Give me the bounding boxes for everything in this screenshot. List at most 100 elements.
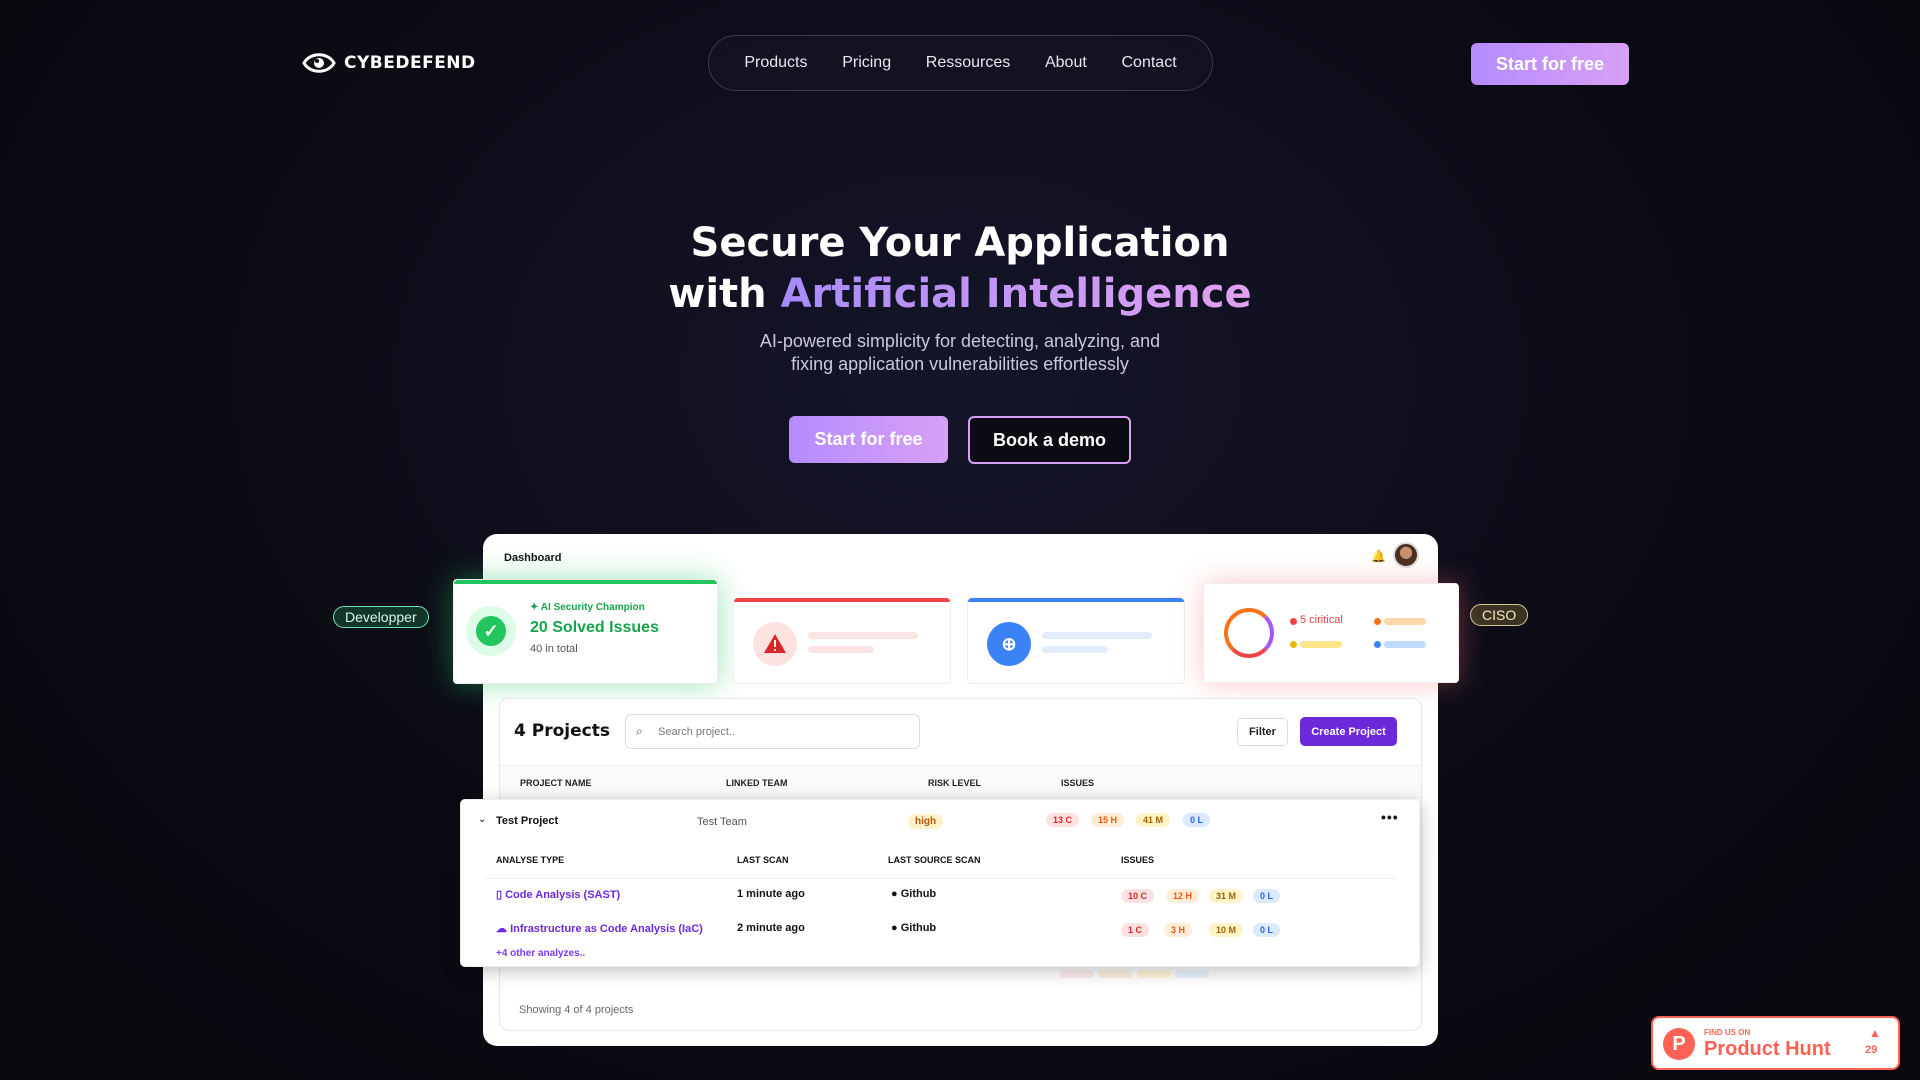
more-options-icon[interactable]: •••	[1381, 809, 1399, 825]
product-hunt-logo-icon: P	[1663, 1028, 1695, 1060]
source-name: Github	[900, 922, 937, 934]
col-analyse-type: ANALYSE TYPE	[496, 855, 565, 865]
card-accent-bar	[734, 598, 950, 602]
info-stat-card: ⊕	[967, 597, 1185, 684]
check-circle-icon	[466, 606, 516, 656]
upvote-count: 29	[1865, 1044, 1878, 1056]
search-placeholder: Search project..	[658, 726, 736, 738]
upvote-arrow-icon: ▲	[1869, 1026, 1881, 1040]
issue-pill-critical: 10 C	[1121, 889, 1155, 903]
search-input[interactable]: ⌕ Search project..	[625, 714, 920, 749]
bell-icon[interactable]: 🔔	[1371, 549, 1386, 563]
nav-contact[interactable]: Contact	[1122, 54, 1177, 72]
projects-count: 4 Projects	[514, 721, 610, 741]
col-issues: ISSUES	[1061, 778, 1095, 788]
analysis-name: Infrastructure as Code Analysis (IaC)	[510, 923, 703, 935]
ph-small-text: FIND US ON	[1704, 1028, 1751, 1037]
brand-logo[interactable]: CYBEDEFEND	[302, 50, 476, 76]
hero-start-free-button[interactable]: Start for free	[789, 416, 948, 463]
card-accent-bar	[968, 598, 1184, 602]
ph-big-text: Product Hunt	[1704, 1038, 1831, 1060]
analysis-iac-link[interactable]: ☁ Infrastructure as Code Analysis (IaC)	[496, 922, 703, 935]
col-linked-team: LINKED TEAM	[726, 778, 788, 788]
github-icon: ●	[891, 888, 898, 900]
alert-stat-card	[733, 597, 951, 684]
create-project-button[interactable]: Create Project	[1300, 717, 1397, 746]
issue-pill-medium: 41 M	[1136, 813, 1171, 827]
source-scan: ● Github	[891, 922, 936, 934]
table-header: PROJECT NAME LINKED TEAM RISK LEVEL ISSU…	[500, 765, 1421, 798]
plus-icon: ⊕	[987, 622, 1031, 666]
developer-role-tag: Developper	[333, 606, 429, 628]
avatar[interactable]	[1393, 542, 1419, 568]
critical-count: 5 ciritical	[1300, 614, 1343, 626]
nav-products[interactable]: Products	[744, 54, 807, 72]
product-hunt-badge[interactable]: P FIND US ON Product Hunt ▲ 29	[1651, 1016, 1900, 1070]
hero-title-line1: Secure Your Application	[690, 220, 1230, 266]
skeleton-line	[1384, 618, 1426, 625]
other-analyzes-link[interactable]: +4 other analyzes..	[496, 948, 585, 959]
card-accent-bar	[454, 580, 717, 584]
book-demo-button[interactable]: Book a demo	[968, 416, 1131, 464]
nav-about[interactable]: About	[1045, 54, 1087, 72]
expanded-project-row[interactable]: ⌄ Test Project Test Team high 13 C 15 H …	[460, 799, 1420, 967]
col-project-name: PROJECT NAME	[520, 778, 592, 788]
col-risk-level: RISK LEVEL	[928, 778, 982, 788]
hero-subtitle-line1: AI-powered simplicity for detecting, ana…	[759, 331, 1161, 351]
hero-subtitle-line2: fixing application vulnerabilities effor…	[791, 354, 1129, 374]
critical-dot	[1290, 618, 1297, 625]
issue-pill-low: 0 L	[1183, 813, 1211, 827]
nav-pricing[interactable]: Pricing	[842, 54, 891, 72]
issue-pill-high: 15 H	[1091, 813, 1125, 827]
issue-pill-critical: 13 C	[1046, 813, 1080, 827]
chevron-down-icon[interactable]: ⌄	[478, 814, 486, 825]
dashboard-title: Dashboard	[504, 552, 562, 564]
col-last-source-scan: LAST SOURCE SCAN	[888, 855, 981, 865]
source-scan: ● Github	[891, 888, 936, 900]
warning-icon	[753, 622, 797, 666]
col-sub-issues: ISSUES	[1121, 855, 1155, 865]
security-champion-card: ✦ AI Security Champion 20 Solved Issues …	[453, 579, 718, 684]
project-name[interactable]: Test Project	[496, 815, 558, 827]
medium-dot	[1290, 641, 1297, 648]
last-scan: 2 minute ago	[737, 922, 805, 934]
ciso-role-tag: CISO	[1470, 604, 1529, 626]
risk-donut-chart	[1224, 608, 1274, 658]
last-scan: 1 minute ago	[737, 888, 805, 900]
ciso-summary-card: 5 ciritical	[1203, 583, 1459, 683]
skeleton-line	[1042, 646, 1108, 653]
champion-tag-label: AI Security Champion	[540, 602, 645, 613]
divider	[483, 878, 1396, 879]
skeleton-line	[808, 646, 874, 653]
filter-button[interactable]: Filter	[1237, 718, 1288, 746]
hero-title-prefix: with	[668, 271, 781, 317]
skeleton-line	[1042, 632, 1152, 639]
issue-pill-critical: 1 C	[1121, 923, 1150, 937]
issue-pill-medium: 10 M	[1209, 923, 1244, 937]
analysis-sast-link[interactable]: ▯ Code Analysis (SAST)	[496, 888, 620, 901]
issue-pill-low: 0 L	[1253, 923, 1281, 937]
skeleton-line	[1300, 641, 1342, 648]
search-icon: ⌕	[636, 724, 643, 738]
hero-title-accent: Artificial Intelligence	[780, 271, 1252, 317]
eye-logo-icon	[302, 53, 336, 73]
pagination-info: Showing 4 of 4 projects	[519, 1004, 634, 1016]
champion-tag: ✦ AI Security Champion	[530, 602, 645, 613]
total-issues: 40 in total	[530, 643, 578, 655]
brand-name: CYBEDEFEND	[344, 53, 476, 73]
skeleton-line	[808, 632, 918, 639]
issue-pill-low: 0 L	[1253, 889, 1281, 903]
nav-start-free-button[interactable]: Start for free	[1471, 43, 1629, 85]
team-name: Test Team	[697, 816, 747, 828]
issue-pill-medium: 31 M	[1209, 889, 1244, 903]
solved-issues-count: 20 Solved Issues	[530, 619, 659, 636]
nav-ressources[interactable]: Ressources	[926, 54, 1010, 72]
main-nav: Products Pricing Ressources About Contac…	[708, 35, 1213, 91]
hero-subtitle: AI-powered simplicity for detecting, ana…	[0, 330, 1920, 376]
low-dot	[1374, 641, 1381, 648]
analysis-name: Code Analysis (SAST)	[505, 889, 621, 901]
col-last-scan: LAST SCAN	[737, 855, 789, 865]
issue-pill-high: 12 H	[1166, 889, 1200, 903]
risk-badge: high	[908, 814, 944, 829]
issue-pill-high: 3 H	[1164, 923, 1193, 937]
